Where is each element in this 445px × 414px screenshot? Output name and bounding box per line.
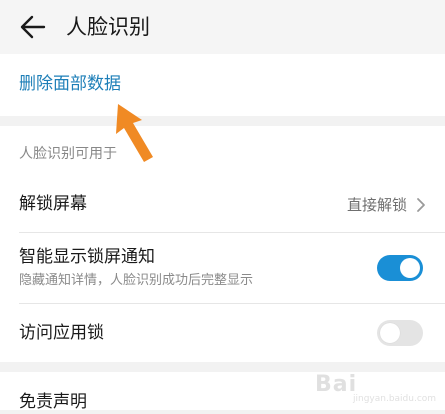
baidu-watermark: Bai jingyan.baidu.com xyxy=(315,370,437,404)
watermark-logo: Bai xyxy=(315,372,358,397)
chevron-right-icon xyxy=(417,198,425,212)
app-lock-row: 访问应用锁 xyxy=(0,304,445,362)
back-button[interactable] xyxy=(16,10,50,44)
smart-lock-notification-toggle[interactable] xyxy=(377,255,423,281)
arrow-left-icon xyxy=(20,15,46,39)
annotation-arrow-icon xyxy=(116,104,153,162)
section-label: 人脸识别可用于 xyxy=(19,146,117,162)
page-title: 人脸识别 xyxy=(66,15,150,39)
usage-section: 人脸识别可用于 解锁屏幕 直接解锁 智能显示锁屏通知 隐藏通知详情，人脸识别成功… xyxy=(0,126,445,362)
unlock-screen-value: 直接解锁 xyxy=(346,196,407,214)
disclaimer-title: 免责声明 xyxy=(19,392,87,412)
smart-lock-notification-title: 智能显示锁屏通知 xyxy=(19,247,155,267)
app-lock-title: 访问应用锁 xyxy=(19,323,104,343)
title-bar: 人脸识别 xyxy=(0,0,445,54)
smart-lock-notification-row: 智能显示锁屏通知 隐藏通知详情，人脸识别成功后完整显示 xyxy=(0,233,445,303)
unlock-screen-row[interactable]: 解锁屏幕 直接解锁 xyxy=(0,178,445,232)
toggle-knob xyxy=(380,323,400,343)
smart-lock-notification-subtitle: 隐藏通知详情，人脸识别成功后完整显示 xyxy=(19,273,254,288)
app-lock-toggle[interactable] xyxy=(377,320,423,346)
delete-section: 删除面部数据 xyxy=(0,54,445,116)
delete-face-data-button[interactable]: 删除面部数据 xyxy=(19,72,121,96)
unlock-screen-title: 解锁屏幕 xyxy=(19,194,87,214)
watermark-subtext: jingyan.baidu.com xyxy=(353,394,437,404)
toggle-knob xyxy=(400,258,420,278)
